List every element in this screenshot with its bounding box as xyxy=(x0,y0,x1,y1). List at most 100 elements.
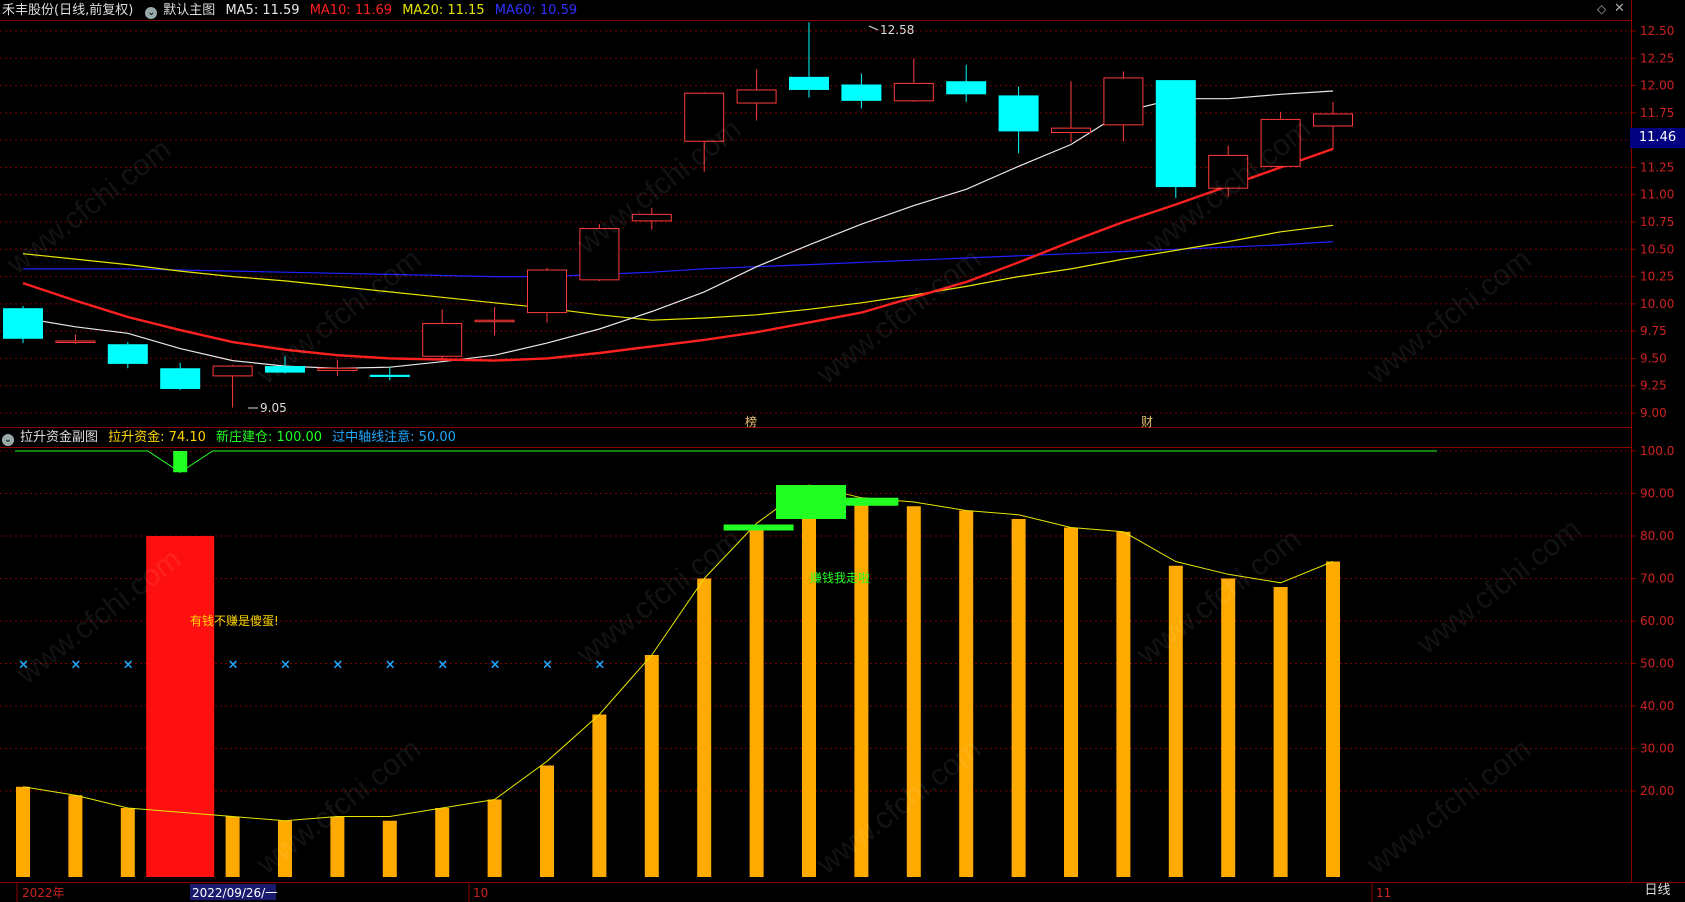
candle xyxy=(998,86,1039,154)
candle xyxy=(1313,101,1353,149)
candle xyxy=(527,267,567,323)
candle-body xyxy=(3,308,43,339)
sub-y-tick-label: 40.00 xyxy=(1640,699,1674,713)
capital-bar xyxy=(1168,565,1183,877)
candle xyxy=(579,224,620,281)
ma5-line xyxy=(22,90,1334,369)
candle-body xyxy=(160,368,201,389)
main-y-tick-label: 10.00 xyxy=(1640,297,1674,311)
capital-bar xyxy=(435,808,450,877)
midline-x-marker: × xyxy=(332,658,343,673)
low-annotation: 9.05 xyxy=(248,401,287,415)
main-y-tick-label: 12.25 xyxy=(1640,51,1674,65)
high-label: 12.58 xyxy=(880,23,914,37)
candle xyxy=(631,207,672,230)
candle-body xyxy=(369,374,410,377)
midline-x-marker: × xyxy=(18,658,29,673)
capital-bar xyxy=(854,497,869,877)
capital-bar xyxy=(487,799,502,877)
candle xyxy=(1260,111,1301,167)
candle-body xyxy=(789,76,829,90)
sub-y-tick-label: 50.00 xyxy=(1640,657,1674,671)
period-tab[interactable]: 日线 xyxy=(1630,880,1685,902)
midline-x-marker: × xyxy=(123,658,134,673)
candle xyxy=(789,22,829,98)
new-position-marker xyxy=(173,451,188,473)
sub-y-tick-label: 80.00 xyxy=(1640,529,1674,543)
candle xyxy=(212,364,253,408)
candle-body xyxy=(265,366,305,373)
capital-bar xyxy=(1273,587,1288,877)
sub-annotation-2: 赚钱我走啦 xyxy=(810,570,870,585)
candle-body xyxy=(1051,127,1091,134)
candle-body xyxy=(893,82,934,102)
midline-x-marker: × xyxy=(594,658,605,673)
candle-body xyxy=(1260,118,1301,167)
candle-body xyxy=(631,213,672,222)
low-label: 9.05 xyxy=(260,401,287,415)
exit-signal-block xyxy=(723,524,794,531)
midline-x-marker: × xyxy=(228,658,239,673)
candle xyxy=(55,334,96,345)
capital-bar xyxy=(644,655,659,877)
candle-body xyxy=(841,84,882,101)
midline-x-marker: × xyxy=(542,658,553,673)
main-y-tick-label: 10.25 xyxy=(1640,270,1674,284)
date-label-oct: 10 xyxy=(473,886,488,900)
candle-body xyxy=(107,344,148,364)
midline-x-marker: × xyxy=(385,658,396,673)
candle-body xyxy=(474,319,515,323)
exit-signal-block xyxy=(828,497,899,506)
candle-body xyxy=(317,367,358,371)
candle xyxy=(1103,71,1144,142)
capital-bar xyxy=(1116,531,1131,877)
candle xyxy=(946,64,987,102)
main-y-tick-label: 9.50 xyxy=(1640,351,1667,365)
ma20-line xyxy=(22,224,1334,321)
candle xyxy=(841,73,882,109)
date-label-year: 2022年 xyxy=(22,886,65,900)
main-y-tick-label: 9.25 xyxy=(1640,379,1667,393)
sub-y-tick-label: 60.00 xyxy=(1640,614,1674,628)
main-y-tick-label: 12.50 xyxy=(1640,24,1674,38)
candle-body xyxy=(1313,113,1353,127)
capital-bar xyxy=(906,506,921,877)
capital-bar xyxy=(802,485,816,877)
candle-body xyxy=(946,81,987,95)
capital-bar xyxy=(225,816,240,877)
capital-bar xyxy=(697,578,712,877)
main-y-tick-label: 9.75 xyxy=(1640,324,1667,338)
candle xyxy=(369,367,410,381)
event-marker-cai[interactable]: 财 xyxy=(1141,415,1153,429)
midline-x-marker: × xyxy=(70,658,81,673)
candle-body xyxy=(212,365,253,377)
midline-x-marker: × xyxy=(490,658,501,673)
candle xyxy=(1155,80,1196,198)
candle-body xyxy=(1103,77,1144,126)
candle-body xyxy=(1208,154,1249,189)
capital-bar xyxy=(16,786,30,877)
capital-bar xyxy=(1326,561,1340,877)
candle-body xyxy=(684,92,725,142)
capital-bar xyxy=(330,816,345,877)
candle-body xyxy=(998,95,1039,132)
main-y-tick-label: 10.50 xyxy=(1640,242,1674,256)
candle-body xyxy=(422,323,463,357)
candle xyxy=(422,309,463,359)
sub-annotation-1: 有钱不赚是傻蛋! xyxy=(190,613,279,628)
candle xyxy=(107,342,148,369)
candle-body xyxy=(736,89,777,104)
sub-y-tick-label: 90.00 xyxy=(1640,487,1674,501)
candle xyxy=(684,92,725,172)
new-position-line xyxy=(15,450,1437,473)
sub-y-tick-label: 20.00 xyxy=(1640,784,1674,798)
candle-body xyxy=(1155,80,1196,188)
ma60-line xyxy=(23,241,1334,278)
main-y-tick-label: 11.25 xyxy=(1640,160,1674,174)
capital-bar xyxy=(68,795,83,877)
main-y-tick-label: 11.00 xyxy=(1640,188,1674,202)
date-label-cursor: 2022/09/26/一 xyxy=(192,886,277,900)
event-marker-bang[interactable]: 榜 xyxy=(745,414,757,429)
high-annotation: 12.58 xyxy=(868,23,914,37)
main-y-tick-label: 10.75 xyxy=(1640,215,1674,229)
